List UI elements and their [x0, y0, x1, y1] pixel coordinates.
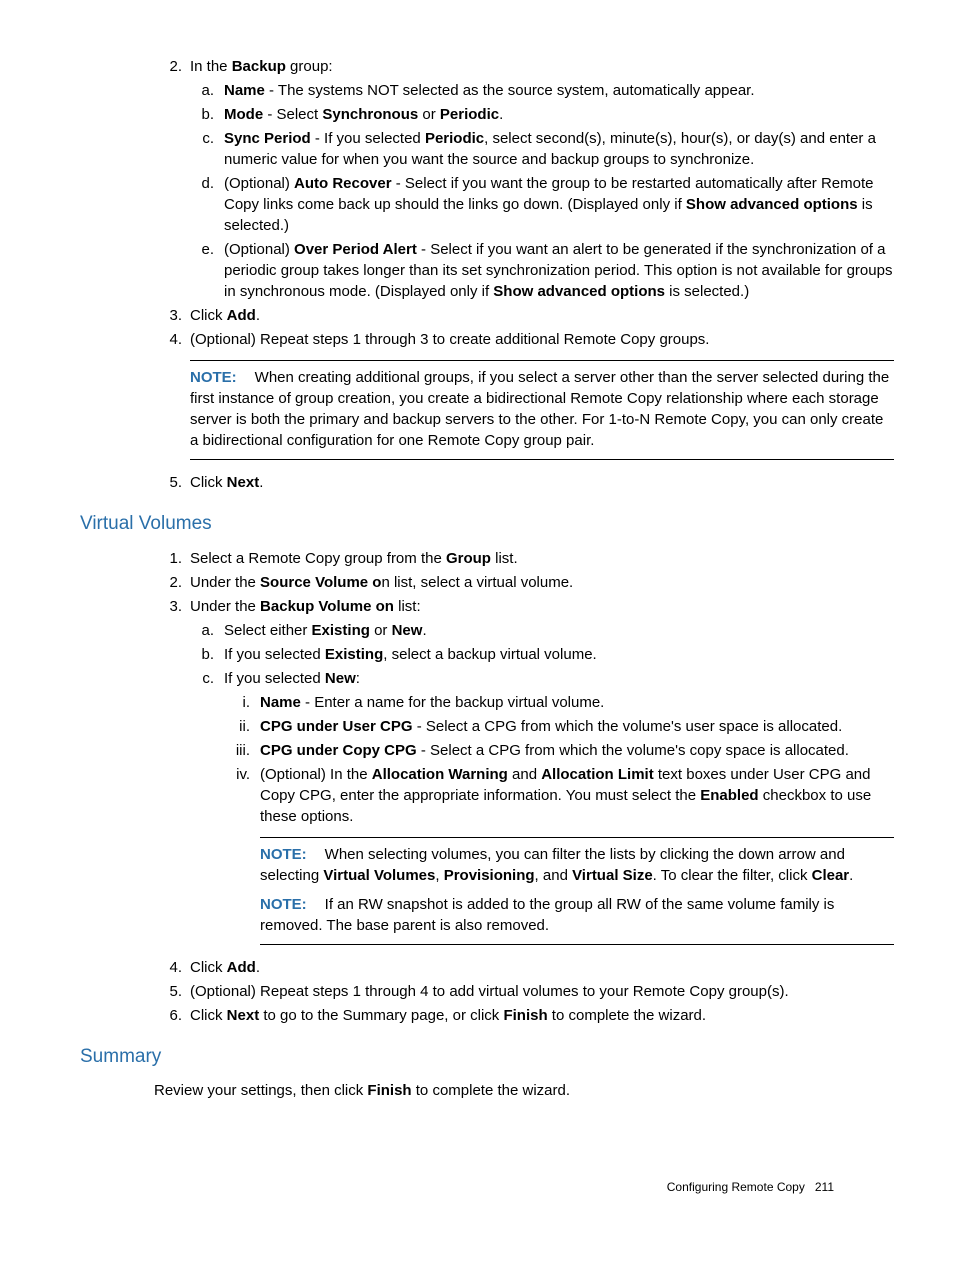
vv-step-5: 5. (Optional) Repeat steps 1 through 4 t…	[154, 981, 894, 1002]
step-marker: b.	[190, 644, 214, 665]
vv-step-3c: c. If you selected New: i. Name - Enter …	[190, 668, 894, 945]
step-2b: b. Mode - Select Synchronous or Periodic…	[190, 104, 894, 125]
step-marker: iii.	[224, 740, 250, 761]
step-marker: b.	[190, 104, 214, 125]
step-marker: c.	[190, 668, 214, 689]
summary-heading: Summary	[80, 1044, 894, 1071]
step-marker: iv.	[224, 764, 250, 785]
vv-step-3ciii: iii. CPG under Copy CPG - Select a CPG f…	[224, 740, 894, 761]
note-box: NOTE:When creating additional groups, if…	[190, 360, 894, 460]
procedure-list-1: 2. In the Backup group: a. Name - The sy…	[154, 56, 894, 493]
vv-step-3civ: iv. (Optional) In the Allocation Warning…	[224, 764, 894, 945]
step-2a: a. Name - The systems NOT selected as th…	[190, 80, 894, 101]
vv-substeps-3c: i. Name - Enter a name for the backup vi…	[224, 692, 894, 945]
vv-substeps-3: a. Select either Existing or New. b. If …	[190, 620, 894, 945]
step-marker: a.	[190, 80, 214, 101]
step-marker: 3.	[154, 305, 182, 326]
vv-step-1: 1. Select a Remote Copy group from the G…	[154, 548, 894, 569]
step-2e: e. (Optional) Over Period Alert - Select…	[190, 239, 894, 302]
note-label: NOTE:	[260, 846, 307, 863]
vv-step-3cii: ii. CPG under User CPG - Select a CPG fr…	[224, 716, 894, 737]
procedure-list-vv: 1. Select a Remote Copy group from the G…	[154, 548, 894, 1026]
step-3: 3. Click Add.	[154, 305, 894, 326]
summary-text: Review your settings, then click Finish …	[154, 1080, 894, 1101]
step-marker: c.	[190, 128, 214, 149]
page: 2. In the Backup group: a. Name - The sy…	[80, 56, 894, 1236]
note-box: NOTE:When selecting volumes, you can fil…	[260, 837, 894, 888]
vv-step-6: 6. Click Next to go to the Summary page,…	[154, 1005, 894, 1026]
vv-step-3: 3. Under the Backup Volume on list: a. S…	[154, 596, 894, 945]
step-marker: e.	[190, 239, 214, 260]
note-label: NOTE:	[190, 369, 237, 386]
step-marker: d.	[190, 173, 214, 194]
step-marker: a.	[190, 620, 214, 641]
note-text: When creating additional groups, if you …	[190, 369, 889, 449]
vv-step-3a: a. Select either Existing or New.	[190, 620, 894, 641]
vv-step-3b: b. If you selected Existing, select a ba…	[190, 644, 894, 665]
step-marker: 3.	[154, 596, 182, 617]
step-2c: c. Sync Period - If you selected Periodi…	[190, 128, 894, 170]
footer-title: Configuring Remote Copy	[667, 1180, 805, 1194]
vv-step-4: 4. Click Add.	[154, 957, 894, 978]
note-label: NOTE:	[260, 896, 307, 913]
step-2: 2. In the Backup group: a. Name - The sy…	[154, 56, 894, 302]
step-2d: d. (Optional) Auto Recover - Select if y…	[190, 173, 894, 236]
step-marker: 4.	[154, 329, 182, 350]
step-marker: 6.	[154, 1005, 182, 1026]
step-marker: 4.	[154, 957, 182, 978]
vv-step-2: 2. Under the Source Volume on list, sele…	[154, 572, 894, 593]
step-marker: 2.	[154, 56, 182, 77]
step-marker: i.	[224, 692, 250, 713]
step-marker: 5.	[154, 981, 182, 1002]
step-4: 4. (Optional) Repeat steps 1 through 3 t…	[154, 329, 894, 460]
step-marker: ii.	[224, 716, 250, 737]
page-footer: Configuring Remote Copy 211	[667, 1179, 834, 1196]
substeps-2: a. Name - The systems NOT selected as th…	[190, 80, 894, 302]
step-text: In the Backup group:	[190, 58, 333, 75]
step-marker: 2.	[154, 572, 182, 593]
page-number: 211	[815, 1180, 834, 1194]
note-box: NOTE:If an RW snapshot is added to the g…	[260, 888, 894, 945]
virtual-volumes-heading: Virtual Volumes	[80, 511, 894, 538]
step-marker: 1.	[154, 548, 182, 569]
step-marker: 5.	[154, 472, 182, 493]
vv-step-3ci: i. Name - Enter a name for the backup vi…	[224, 692, 894, 713]
step-5: 5. Click Next.	[154, 472, 894, 493]
